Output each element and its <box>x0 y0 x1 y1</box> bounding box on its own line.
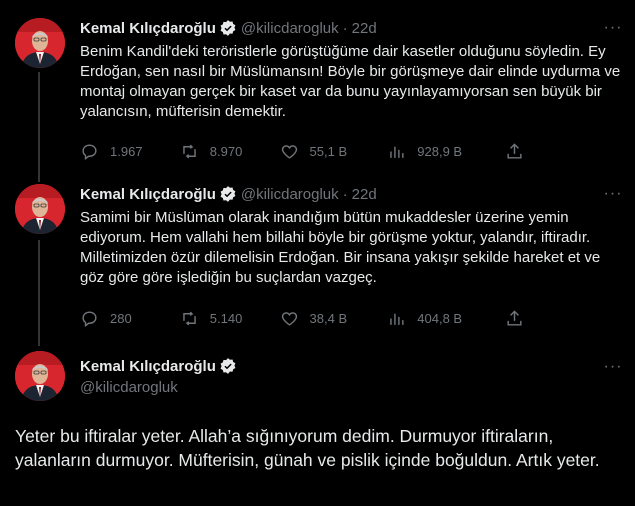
like-icon <box>281 144 297 159</box>
reply-count: 1.967 <box>110 143 143 159</box>
views-icon <box>390 146 404 158</box>
view-count: 404,8 B <box>417 310 463 326</box>
retweet-button[interactable]: 5.140 <box>180 309 280 328</box>
author-handle[interactable]: @kilicdarogluk <box>241 20 339 37</box>
author-name[interactable]: Kemal Kılıçdaroğlu <box>80 20 216 37</box>
reply-icon <box>82 143 97 160</box>
separator: · <box>342 19 348 37</box>
view-count: 928,9 B <box>417 143 463 159</box>
views-icon <box>390 313 404 325</box>
avatar[interactable] <box>15 18 65 68</box>
author-name[interactable]: Kemal Kılıçdaroğlu <box>80 358 216 375</box>
profile-photo-icon <box>15 184 65 234</box>
more-options-icon[interactable]: ··· <box>603 184 623 204</box>
verified-badge-icon <box>220 20 236 36</box>
retweet-icon <box>183 311 196 325</box>
reply-count: 280 <box>110 310 132 326</box>
share-icon <box>507 309 522 326</box>
retweet-icon <box>183 144 196 158</box>
views-button[interactable]: 928,9 B <box>387 142 505 161</box>
main-tweet-text: Yeter bu iftiralar yeter. Allah’a sığını… <box>15 426 600 470</box>
author-handle[interactable]: @kilicdarogluk <box>80 378 237 398</box>
tweet-header: Kemal Kılıçdaroğlu @kilicdarogluk · 22d <box>80 18 377 38</box>
verified-badge-icon <box>220 358 236 374</box>
like-button[interactable]: 55,1 B <box>280 142 388 161</box>
profile-photo-icon <box>15 351 65 401</box>
main-tweet[interactable]: Kemal Kılıçdaroğlu @kilicdarogluk ··· <box>0 340 635 506</box>
more-options-icon[interactable]: ··· <box>603 18 623 38</box>
tweet[interactable]: Kemal Kılıçdaroğlu @kilicdarogluk · 22d … <box>0 166 635 348</box>
timestamp[interactable]: 22d <box>352 186 377 203</box>
retweet-button[interactable]: 8.970 <box>180 142 280 161</box>
author-name[interactable]: Kemal Kılıçdaroğlu <box>80 186 216 203</box>
views-button[interactable]: 404,8 B <box>387 309 505 328</box>
retweet-count: 5.140 <box>209 310 243 326</box>
more-options-icon[interactable]: ··· <box>603 357 623 377</box>
separator: · <box>342 185 348 203</box>
reply-button[interactable]: 280 <box>80 309 180 328</box>
share-icon <box>507 142 522 159</box>
like-button[interactable]: 38,4 B <box>280 309 388 328</box>
share-button[interactable] <box>505 309 535 328</box>
like-icon <box>281 311 297 326</box>
author-name-row: Kemal Kılıçdaroğlu <box>80 356 237 376</box>
tweet[interactable]: Kemal Kılıçdaroğlu @kilicdarogluk · 22d … <box>0 0 635 182</box>
like-count: 38,4 B <box>309 310 348 326</box>
main-tweet-author: Kemal Kılıçdaroğlu @kilicdarogluk <box>80 356 237 398</box>
like-count: 55,1 B <box>309 143 348 159</box>
verified-badge-icon <box>220 186 236 202</box>
reply-button[interactable]: 1.967 <box>80 142 180 161</box>
author-handle[interactable]: @kilicdarogluk <box>241 186 339 203</box>
timestamp[interactable]: 22d <box>352 20 377 37</box>
tweet-header: Kemal Kılıçdaroğlu @kilicdarogluk · 22d <box>80 184 377 204</box>
tweet-actions: 280 5.140 38,4 B 404,8 B <box>80 308 535 328</box>
avatar[interactable] <box>15 184 65 234</box>
share-button[interactable] <box>505 142 535 161</box>
profile-photo-icon <box>15 18 65 68</box>
reply-icon <box>82 310 97 327</box>
tweet-actions: 1.967 8.970 55,1 B 928,9 B <box>80 141 535 161</box>
tweet-text: Samimi bir Müslüman olarak inandığım büt… <box>80 209 601 286</box>
retweet-count: 8.970 <box>209 143 243 159</box>
avatar[interactable] <box>15 351 65 401</box>
tweet-text: Benim Kandil'deki teröristlerle görüştüğ… <box>80 43 621 120</box>
